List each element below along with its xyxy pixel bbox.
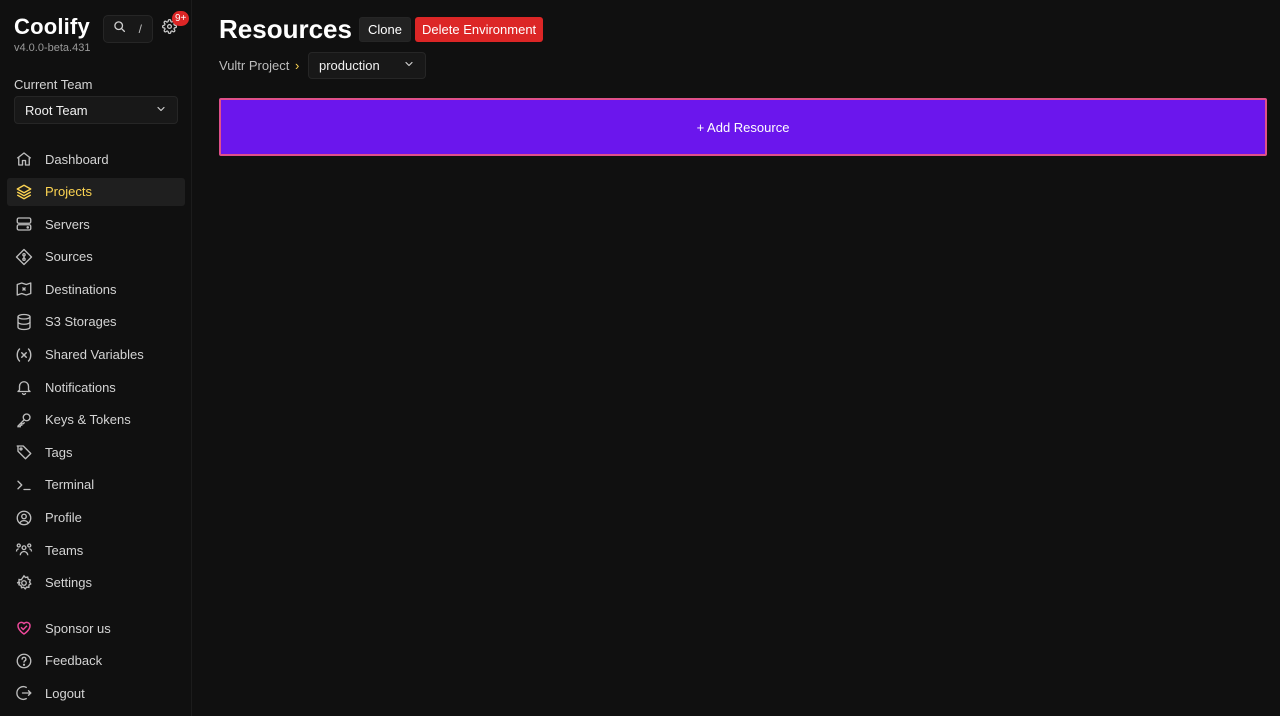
app-logo-text[interactable]: Coolify	[14, 14, 90, 40]
tag-icon	[15, 443, 33, 461]
environment-select-value: production	[319, 58, 380, 73]
sidebar-item-label: Notifications	[45, 379, 116, 395]
sidebar-item-label: Profile	[45, 510, 82, 526]
sidebar-item-label: Teams	[45, 542, 84, 558]
sidebar-item-label: Sponsor us	[45, 620, 111, 636]
bell-icon	[15, 378, 33, 396]
current-team-label: Current Team	[14, 77, 93, 92]
sidebar-item-label: Settings	[45, 575, 92, 591]
sidebar-item-label: Terminal	[45, 477, 95, 493]
sidebar-item-keys-tokens[interactable]: Keys & Tokens	[7, 406, 185, 434]
sidebar-item-feedback[interactable]: Feedback	[7, 647, 185, 675]
sidebar-item-label: Destinations	[45, 281, 117, 297]
sidebar-item-destinations[interactable]: Destinations	[7, 275, 185, 303]
sidebar: Coolify v4.0.0-beta.431 / 9+ Current Tea…	[0, 0, 192, 716]
breadcrumb-separator: ›	[295, 58, 300, 73]
sidebar-item-label: Feedback	[45, 653, 103, 669]
sidebar-item-label: Logout	[45, 685, 85, 701]
home-icon	[15, 150, 33, 168]
sidebar-item-label: Shared Variables	[45, 347, 144, 363]
heart-icon	[15, 619, 33, 637]
search-button[interactable]: /	[103, 15, 153, 43]
users-icon	[15, 541, 33, 559]
sidebar-item-label: Tags	[45, 444, 73, 460]
notification-badge: 9+	[172, 11, 190, 26]
team-select-value: Root Team	[25, 102, 88, 118]
delete-environment-button[interactable]: Delete Environment	[415, 17, 544, 42]
user-circle-icon	[15, 509, 33, 527]
sidebar-item-dashboard[interactable]: Dashboard	[7, 145, 185, 173]
sidebar-item-settings[interactable]: Settings	[7, 569, 185, 597]
sidebar-item-terminal[interactable]: Terminal	[7, 471, 185, 499]
page-title: Resources	[219, 14, 352, 44]
help-circle-icon	[15, 652, 33, 670]
sidebar-item-label: Servers	[45, 216, 90, 232]
search-shortcut-key: /	[138, 22, 142, 36]
sidebar-item-projects[interactable]: Projects	[7, 177, 185, 206]
sidebar-item-tags[interactable]: Tags	[7, 438, 185, 466]
sidebar-item-sources[interactable]: Sources	[7, 243, 185, 271]
sidebar-item-teams[interactable]: Teams	[7, 536, 185, 564]
variable-icon	[15, 346, 33, 364]
server-icon	[15, 215, 33, 233]
layers-icon	[15, 183, 33, 201]
sidebar-item-label: Sources	[45, 249, 93, 265]
chevron-down-icon	[155, 103, 167, 118]
breadcrumb-project-link[interactable]: Vultr Project	[219, 58, 289, 74]
sidebar-item-label: Projects	[45, 184, 92, 200]
sidebar-item-s3-storages[interactable]: S3 Storages	[7, 308, 185, 336]
sidebar-item-notifications[interactable]: Notifications	[7, 373, 185, 401]
terminal-icon	[15, 476, 33, 494]
sidebar-item-sponsor[interactable]: Sponsor us	[7, 614, 185, 642]
chevron-down-icon	[403, 58, 415, 73]
sidebar-item-logout[interactable]: Logout	[7, 679, 185, 707]
sidebar-item-profile[interactable]: Profile	[7, 504, 185, 532]
app-root: Coolify v4.0.0-beta.431 / 9+ Current Tea…	[0, 0, 1280, 716]
sidebar-item-servers[interactable]: Servers	[7, 210, 185, 238]
git-icon	[15, 248, 33, 266]
sidebar-item-label: Dashboard	[45, 151, 109, 167]
database-icon	[15, 313, 33, 331]
sidebar-nav: Dashboard Projects Servers Sources Desti…	[7, 145, 185, 601]
gear-icon	[15, 574, 33, 592]
sidebar-bottom-nav: Sponsor us Feedback Logout	[7, 614, 185, 712]
clone-button[interactable]: Clone	[359, 17, 411, 42]
sidebar-item-shared-variables[interactable]: Shared Variables	[7, 341, 185, 369]
app-version: v4.0.0-beta.431	[14, 42, 91, 54]
team-select[interactable]: Root Team	[14, 96, 178, 124]
search-icon	[113, 20, 126, 38]
logout-icon	[15, 684, 33, 702]
environment-select[interactable]: production	[308, 52, 426, 79]
add-resource-button[interactable]: + Add Resource	[219, 98, 1267, 156]
key-icon	[15, 411, 33, 429]
sidebar-item-label: Keys & Tokens	[45, 412, 131, 428]
sidebar-item-label: S3 Storages	[45, 314, 117, 330]
map-icon	[15, 280, 33, 298]
